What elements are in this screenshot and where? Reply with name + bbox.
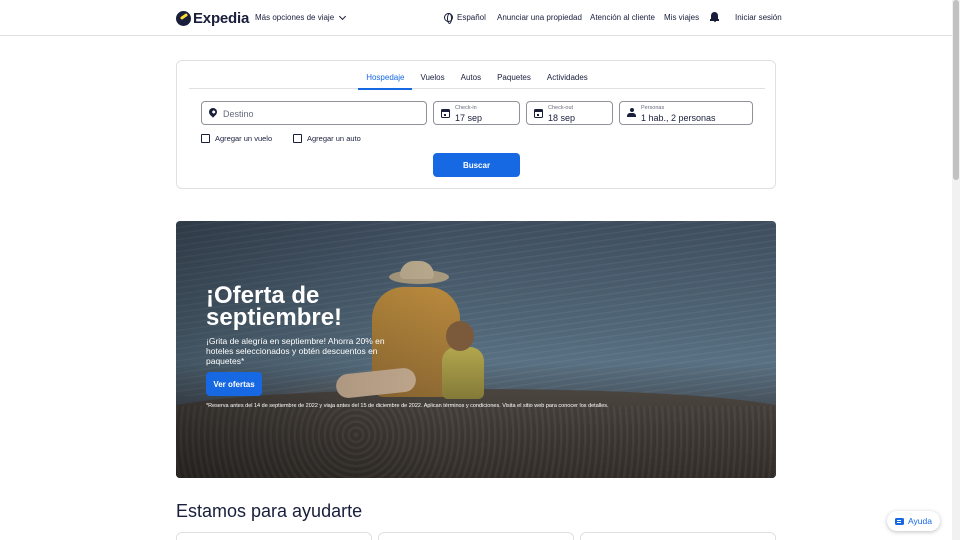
promo-title: ¡Oferta de septiembre! (206, 282, 343, 331)
promo-disclaimer: *Reserva antes del 14 de septiembre de 2… (206, 403, 609, 409)
view-deals-button[interactable]: Ver ofertas (206, 372, 262, 396)
sign-in-link[interactable]: Iniciar sesión (735, 13, 782, 22)
expedia-logo-icon (176, 11, 191, 26)
help-chat-button[interactable]: Ayuda (887, 511, 940, 531)
map-pin-icon (207, 106, 219, 118)
add-flight-option[interactable]: Agregar un vuelo (201, 134, 272, 143)
more-trip-options-label: Más opciones de viaje (255, 13, 335, 22)
search-tabs: Hospedaje Vuelos Autos Paquetes Activida… (189, 69, 765, 90)
help-section-title: Estamos para ayudarte (176, 501, 363, 521)
destination-input[interactable]: Destino (201, 101, 427, 125)
language-label: Español (457, 13, 486, 22)
checkin-value: 17 sep (455, 113, 483, 123)
help-chat-label: Ayuda (908, 516, 932, 526)
promo-subtitle: ¡Grita de alegría en septiembre! Ahorra … (206, 336, 385, 366)
page-scrollbar[interactable] (952, 0, 960, 540)
checkin-label: Check-in (455, 105, 477, 111)
tab-activities[interactable]: Actividades (539, 69, 596, 89)
add-car-option[interactable]: Agregar un auto (293, 134, 361, 143)
support-link[interactable]: Atención al cliente (590, 13, 655, 22)
chevron-down-icon (339, 12, 347, 20)
scrollbar-thumb[interactable] (953, 0, 959, 180)
travelers-label: Personas (641, 105, 665, 111)
my-trips-link[interactable]: Mis viajes (664, 13, 699, 22)
search-form-card: Hospedaje Vuelos Autos Paquetes Activida… (176, 60, 776, 189)
calendar-icon (441, 109, 450, 118)
help-card[interactable] (176, 532, 372, 540)
help-card[interactable] (580, 532, 776, 540)
expedia-logo[interactable]: Expedia (176, 10, 249, 27)
more-trip-options-menu[interactable]: Más opciones de viaje (255, 12, 347, 22)
help-card[interactable] (378, 532, 574, 540)
globe-icon (444, 13, 453, 24)
checkout-date-field[interactable]: Check-out 18 sep (526, 101, 613, 125)
checkout-value: 18 sep (548, 113, 576, 123)
search-button[interactable]: Buscar (433, 153, 520, 177)
travelers-field[interactable]: Personas 1 hab., 2 personas (619, 101, 753, 125)
checkout-label: Check-out (548, 105, 574, 111)
tab-stays[interactable]: Hospedaje (358, 69, 413, 90)
add-flight-label: Agregar un vuelo (215, 134, 273, 143)
add-car-label: Agregar un auto (307, 134, 361, 143)
logo-text: Expedia (193, 10, 250, 27)
tab-packages[interactable]: Paquetes (489, 69, 539, 89)
top-header: Expedia Más opciones de viaje Español An… (0, 0, 952, 36)
destination-placeholder: Destino (223, 109, 254, 119)
checkin-date-field[interactable]: Check-in 17 sep (433, 101, 520, 125)
promo-hero-banner: ¡Oferta de septiembre! ¡Grita de alegría… (176, 221, 776, 478)
travelers-value: 1 hab., 2 personas (641, 113, 716, 123)
tab-cars[interactable]: Autos (453, 69, 489, 89)
calendar-icon (534, 109, 543, 118)
person-icon (627, 108, 636, 118)
add-car-checkbox[interactable] (293, 134, 302, 143)
tab-flights[interactable]: Vuelos (412, 69, 452, 89)
chat-icon (895, 517, 905, 525)
add-flight-checkbox[interactable] (201, 134, 210, 143)
language-selector[interactable]: Español (444, 13, 486, 24)
notifications-bell-icon[interactable] (710, 12, 719, 22)
list-property-link[interactable]: Anunciar una propiedad (497, 13, 582, 22)
